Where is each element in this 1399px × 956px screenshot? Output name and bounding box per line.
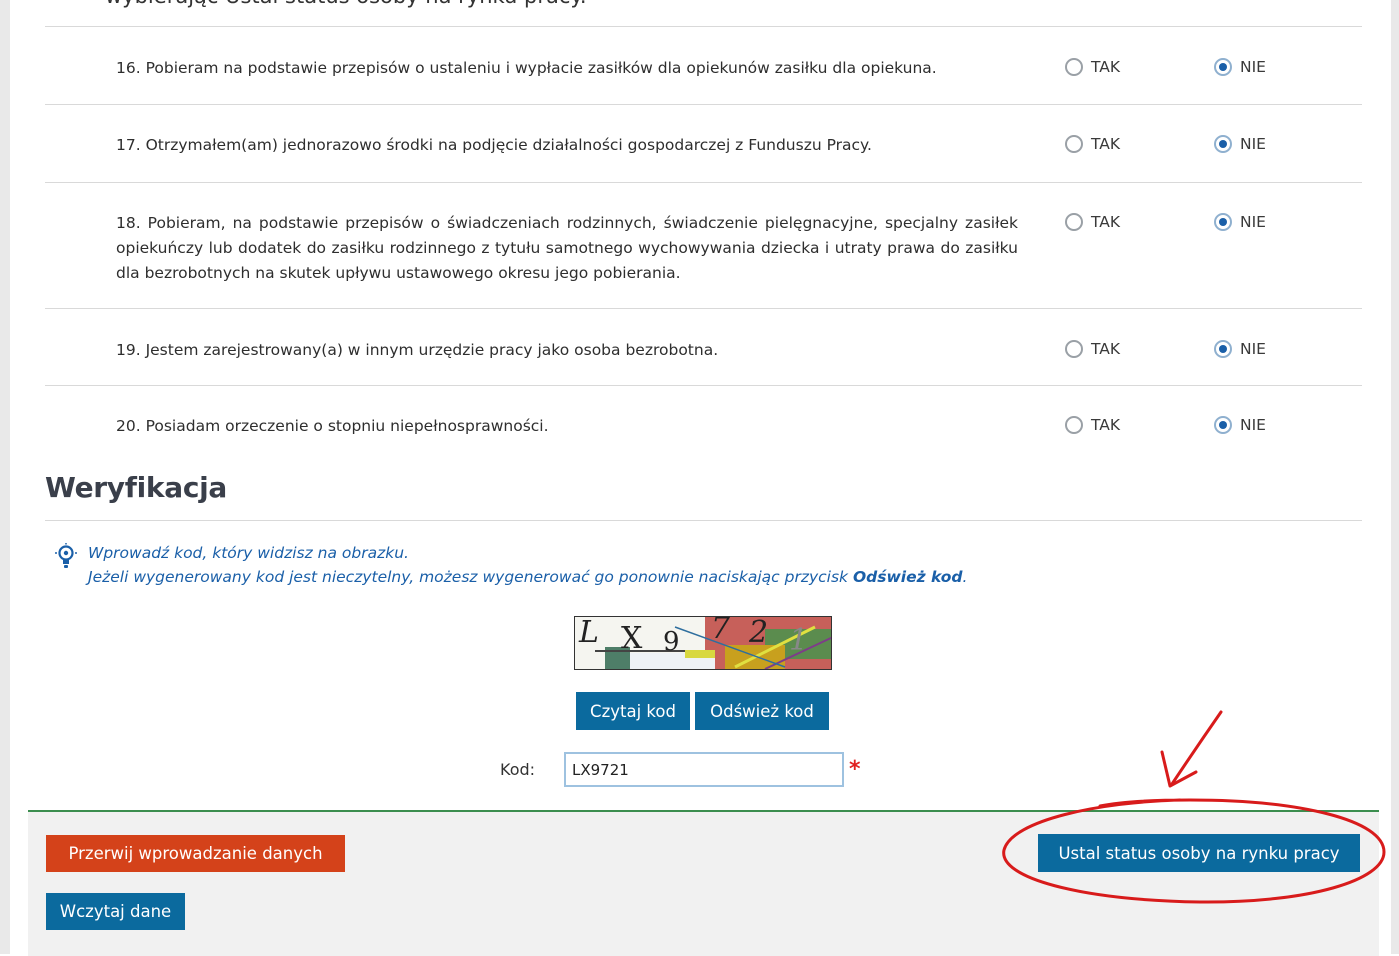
hint-line-2: Jeżeli wygenerowany kod jest nieczytelny… [88, 568, 968, 586]
code-input[interactable] [564, 752, 844, 787]
question-row: 16. Pobieram na podstawie przepisów o us… [45, 26, 1362, 104]
radio-no-selected[interactable] [1214, 135, 1232, 153]
radio-no-selected[interactable] [1214, 340, 1232, 358]
verification-hint: Wprowadź kod, który widzisz na obrazku. … [88, 541, 967, 589]
option-yes-label: TAK [1091, 416, 1121, 434]
hint-refresh-ref: Odśwież kod [852, 568, 963, 586]
required-mark: * [849, 757, 861, 782]
question-row: 20. Posiadam orzeczenie o stopniu niepeł… [45, 385, 1362, 462]
captcha-char: 1 [789, 623, 809, 658]
option-yes[interactable]: TAK [1065, 58, 1120, 76]
option-no-label: NIE [1240, 416, 1266, 434]
radio-yes[interactable] [1065, 58, 1083, 76]
question-text: 19. Jestem zarejestrowany(a) w innym urz… [116, 341, 719, 359]
read-code-button[interactable]: Czytaj kod [576, 692, 690, 730]
radio-yes[interactable] [1065, 213, 1083, 231]
question-text: 20. Posiadam orzeczenie o stopniu niepeł… [116, 417, 549, 435]
radio-yes[interactable] [1065, 135, 1083, 153]
option-yes-label: TAK [1091, 135, 1121, 153]
question-text: 16. Pobieram na podstawie przepisów o us… [116, 59, 937, 77]
question-text: 17. Otrzymałem(am) jednorazowo środki na… [116, 136, 872, 154]
verification-heading: Weryfikacja [45, 471, 228, 504]
option-no-label: NIE [1240, 340, 1266, 358]
radio-yes[interactable] [1065, 340, 1083, 358]
determine-status-button[interactable]: Ustal status osoby na rynku pracy [1038, 834, 1360, 872]
captcha-char: 2 [749, 616, 769, 650]
code-label: Kod: [500, 760, 536, 779]
option-yes[interactable]: TAK [1065, 213, 1120, 231]
option-no-label: NIE [1240, 213, 1266, 231]
option-no-label: NIE [1240, 135, 1266, 153]
lightbulb-icon [55, 543, 77, 568]
refresh-code-button[interactable]: Odśwież kod [695, 692, 829, 730]
captcha-char: 9 [663, 627, 680, 657]
form-footer [28, 810, 1379, 956]
option-yes-label: TAK [1091, 213, 1121, 231]
radio-yes[interactable] [1065, 416, 1083, 434]
option-yes-label: TAK [1091, 340, 1121, 358]
option-yes[interactable]: TAK [1065, 416, 1120, 434]
option-yes-label: TAK [1091, 58, 1121, 76]
radio-no-selected[interactable] [1214, 58, 1232, 76]
captcha-image: L X 9 7 2 1 [574, 616, 832, 670]
option-no[interactable]: NIE [1214, 213, 1266, 231]
page-left-gutter [0, 0, 10, 954]
option-yes[interactable]: TAK [1065, 135, 1120, 153]
captcha-char: X [621, 621, 643, 656]
hint-line-1: Wprowadź kod, który widzisz na obrazku. [88, 544, 409, 562]
question-row: 19. Jestem zarejestrowany(a) w innym urz… [45, 308, 1362, 385]
option-no[interactable]: NIE [1214, 135, 1266, 153]
option-no[interactable]: NIE [1214, 58, 1266, 76]
abort-entry-button[interactable]: Przerwij wprowadzanie danych [46, 835, 345, 872]
option-no-label: NIE [1240, 58, 1266, 76]
captcha-char: L [579, 616, 599, 650]
captcha-char: 7 [711, 616, 731, 646]
instruction-text: wybierając Ustal status osoby na rynku p… [105, 0, 587, 8]
load-data-button[interactable]: Wczytaj dane [46, 893, 185, 930]
radio-no-selected[interactable] [1214, 416, 1232, 434]
option-no[interactable]: NIE [1214, 416, 1266, 434]
page-right-gutter [1391, 0, 1399, 954]
question-row: 17. Otrzymałem(am) jednorazowo środki na… [45, 104, 1362, 182]
question-row: 18. Pobieram, na podstawie przepisów o ś… [45, 182, 1362, 308]
questions-list: 16. Pobieram na podstawie przepisów o us… [45, 26, 1362, 462]
question-text: 18. Pobieram, na podstawie przepisów o ś… [116, 214, 1018, 282]
option-no[interactable]: NIE [1214, 340, 1266, 358]
radio-no-selected[interactable] [1214, 213, 1232, 231]
heading-divider [45, 520, 1362, 521]
option-yes[interactable]: TAK [1065, 340, 1120, 358]
